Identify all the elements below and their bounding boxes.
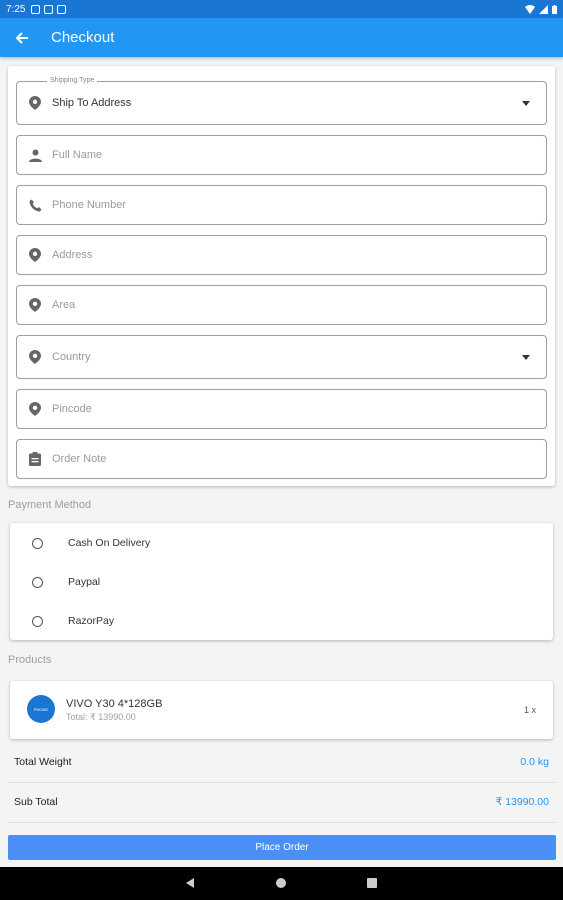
- payment-method-heading: Payment Method: [8, 499, 92, 511]
- location-pin-icon: [27, 247, 43, 263]
- address-placeholder: Address: [52, 249, 93, 261]
- location-pin-icon: [27, 297, 43, 313]
- radio-button[interactable]: [32, 576, 43, 588]
- product-name: VIVO Y30 4*128GB: [66, 698, 163, 710]
- dropdown-caret-icon: [522, 354, 530, 360]
- wifi-icon: [525, 4, 535, 14]
- payment-method-card: Cash On Delivery Paypal RazorPay: [10, 523, 553, 640]
- navigation-bar: [0, 867, 563, 900]
- phone-number-placeholder: Phone Number: [52, 199, 126, 211]
- sub-total-row: Sub Total ₹ 13990.00: [8, 782, 555, 823]
- battery-icon: [552, 4, 557, 14]
- shipping-type-label: Shipping Type: [47, 77, 98, 84]
- back-arrow-icon: [15, 31, 28, 44]
- order-note-field[interactable]: Order Note: [16, 439, 547, 479]
- payment-option-cod[interactable]: Cash On Delivery: [10, 530, 553, 556]
- payment-option-label: Paypal: [68, 576, 101, 588]
- status-bar: 7:25: [0, 0, 563, 18]
- dropdown-caret-icon: [522, 100, 530, 106]
- clipboard-icon: [27, 451, 43, 467]
- notification-icon: [57, 4, 67, 14]
- order-note-placeholder: Order Note: [52, 453, 107, 465]
- status-time: 7:25: [6, 3, 26, 15]
- signal-icon: [539, 4, 548, 14]
- radio-button[interactable]: [32, 615, 43, 627]
- product-total: Total: ₹ 13990.00: [66, 712, 136, 722]
- nav-home-icon[interactable]: [276, 878, 286, 888]
- system-icons: [525, 4, 557, 14]
- back-button[interactable]: [12, 28, 32, 48]
- nav-back-icon[interactable]: [186, 878, 194, 888]
- person-icon: [27, 147, 43, 163]
- shipping-type-value: Ship To Address: [52, 97, 132, 109]
- notification-icons: [31, 4, 67, 14]
- app-bar: Checkout: [0, 18, 563, 57]
- payment-option-razorpay[interactable]: RazorPay: [10, 608, 553, 634]
- pincode-placeholder: Pincode: [52, 403, 92, 415]
- phone-number-field[interactable]: Phone Number: [16, 185, 547, 225]
- payment-option-paypal[interactable]: Paypal: [10, 569, 553, 595]
- location-pin-icon: [27, 349, 43, 365]
- pincode-field[interactable]: Pincode: [16, 389, 547, 429]
- location-pin-icon: [27, 401, 43, 417]
- full-name-field[interactable]: Full Name: [16, 135, 547, 175]
- product-thumbnail-text: PHONE: [33, 706, 49, 712]
- product-item[interactable]: PHONE VIVO Y30 4*128GB Total: ₹ 13990.00…: [10, 681, 553, 739]
- place-order-button[interactable]: Place Order: [8, 835, 556, 860]
- location-pin-icon: [27, 95, 43, 111]
- address-field[interactable]: Address: [16, 235, 547, 275]
- notification-icon: [31, 4, 41, 14]
- full-name-placeholder: Full Name: [52, 149, 103, 161]
- total-weight-label: Total Weight: [14, 756, 72, 768]
- sub-total-value: ₹ 13990.00: [495, 796, 549, 808]
- sub-total-label: Sub Total: [14, 796, 58, 808]
- product-quantity: 1 x: [523, 705, 536, 715]
- payment-option-label: Cash On Delivery: [68, 537, 151, 549]
- country-placeholder: Country: [52, 351, 91, 363]
- shipping-type-dropdown[interactable]: Ship To Address: [16, 81, 547, 125]
- products-heading: Products: [8, 654, 52, 666]
- product-thumbnail: PHONE: [27, 695, 55, 723]
- area-field[interactable]: Area: [16, 285, 547, 325]
- page-title: Checkout: [51, 29, 115, 46]
- nav-recents-icon[interactable]: [367, 878, 377, 888]
- total-weight-row: Total Weight 0.0 kg: [8, 742, 555, 783]
- notification-icon: [44, 4, 54, 14]
- total-weight-value: 0.0 kg: [520, 756, 549, 768]
- radio-button[interactable]: [32, 537, 43, 549]
- area-placeholder: Area: [52, 299, 76, 311]
- phone-icon: [27, 197, 43, 213]
- country-dropdown[interactable]: Country: [16, 335, 547, 379]
- payment-option-label: RazorPay: [68, 615, 115, 627]
